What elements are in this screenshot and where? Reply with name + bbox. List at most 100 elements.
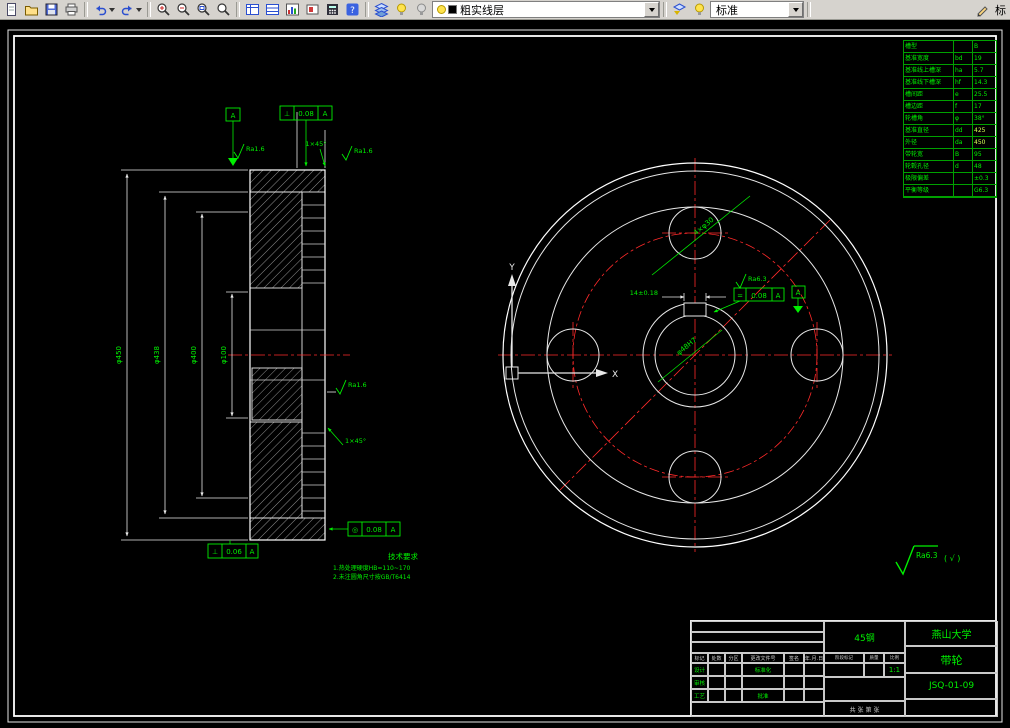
svg-text:A: A — [231, 112, 236, 120]
svg-text:1×45°: 1×45° — [305, 140, 326, 148]
layout-chart-icon[interactable] — [283, 1, 302, 18]
svg-text:Ra6.3: Ra6.3 — [748, 275, 767, 283]
svg-text:φ400: φ400 — [190, 346, 198, 364]
open-icon[interactable] — [22, 1, 41, 18]
layer-states-bulb-icon[interactable] — [690, 1, 709, 18]
layer-combo-value: 粗实线层 — [460, 3, 504, 17]
redo-dropdown-icon[interactable] — [136, 7, 142, 12]
new-icon[interactable] — [2, 1, 21, 18]
svg-text:⊥: ⊥ — [284, 110, 290, 118]
layer-off-bulb-icon[interactable] — [412, 1, 431, 18]
sheet-info: 共 张 第 张 — [824, 701, 905, 717]
svg-text:( √ ): ( √ ) — [944, 554, 960, 563]
svg-text:0.08: 0.08 — [366, 526, 382, 534]
svg-text:Ra1.6: Ra1.6 — [246, 145, 265, 153]
pen-style-icon[interactable] — [973, 1, 992, 18]
table-row: 基准线下槽深 hf 14.3 — [904, 77, 996, 89]
svg-text:◎: ◎ — [352, 526, 358, 534]
tech-req-line: 1.热处理硬度HB=110~170 — [333, 565, 411, 572]
tech-req-title: 技术要求 — [388, 552, 418, 561]
svg-text:0.06: 0.06 — [226, 548, 242, 556]
drawing-frame — [7, 29, 1003, 723]
table-row: 平衡等级 G6.3 — [904, 185, 996, 197]
print-icon[interactable] — [62, 1, 81, 18]
section-dim-labels: φ450 φ438 φ400 φ100 — [115, 346, 228, 364]
roughness-check-icon — [335, 379, 347, 395]
svg-text:0.08: 0.08 — [298, 110, 314, 118]
svg-text:⊥: ⊥ — [212, 548, 218, 556]
tolerance-frame-bottom-right: ◎ 0.08 A — [328, 521, 401, 537]
technical-requirements: 技术要求 1.热处理硬度HB=110~170 2.未注圆角尺寸按GB/T6414 — [333, 551, 473, 582]
style-combo[interactable]: 标准 — [710, 1, 804, 18]
table-row: 基准线上槽深 ha 5.7 — [904, 65, 996, 77]
layer-on-bulb-icon[interactable] — [392, 1, 411, 18]
svg-text:Ra6.3: Ra6.3 — [916, 551, 938, 560]
svg-text:1×45°: 1×45° — [345, 437, 366, 445]
table-row: 基准直径 dd 425 — [904, 125, 996, 137]
save-icon[interactable] — [42, 1, 61, 18]
tech-req-line: 2.未注圆角尺寸按GB/T6414 — [333, 574, 411, 581]
layer-previous-icon[interactable] — [670, 1, 689, 18]
svg-text:?: ? — [350, 6, 355, 16]
redo-icon[interactable] — [118, 1, 144, 18]
tolerance-frame-bottom-left: ⊥ 0.06 A — [207, 540, 259, 559]
toolbar-separator — [236, 2, 240, 17]
organization-field: 燕山大学 — [905, 621, 998, 646]
section-view — [228, 169, 350, 541]
table-row: 槽型 B — [904, 41, 996, 53]
undo-dropdown-icon[interactable] — [109, 7, 115, 12]
parameter-table: 槽型 B 基准宽度 bd 19 基准线上槽深 ha 5.7 基准线下槽深 hf 14.3 槽间… — [903, 40, 997, 198]
svg-text:A: A — [796, 289, 801, 297]
ole-object-icon[interactable] — [303, 1, 322, 18]
svg-text:Ra1.6: Ra1.6 — [354, 147, 373, 155]
layer-color-swatch — [448, 5, 457, 14]
part-name-field: 带轮 — [905, 646, 998, 673]
undo-icon[interactable] — [91, 1, 117, 18]
svg-text:Y: Y — [508, 263, 515, 273]
table-row: 极限偏差 ±0.3 — [904, 173, 996, 185]
table-row: 槽边距 f 17 — [904, 101, 996, 113]
style-combo-value: 标准 — [716, 3, 738, 17]
roughness-check-icon — [233, 143, 245, 159]
svg-text:A: A — [323, 110, 328, 118]
named-views-icon[interactable] — [243, 1, 262, 18]
toolbar-separator — [84, 2, 88, 17]
zoom-window-icon[interactable] — [194, 1, 213, 18]
layer-combo-dropdown-icon[interactable] — [644, 2, 659, 17]
calculator-icon[interactable] — [323, 1, 342, 18]
table-row: 外径 da 450 — [904, 137, 996, 149]
surface-finish-note: Ra6.3 ( √ ) — [895, 545, 960, 576]
svg-text:φ450: φ450 — [115, 346, 123, 364]
zoom-extents-icon[interactable] — [214, 1, 233, 18]
material-field: 45钢 — [824, 621, 905, 653]
zoom-in-icon[interactable] — [154, 1, 173, 18]
table-row: 带轮宽 B 95 — [904, 149, 996, 161]
help-icon[interactable]: ? — [343, 1, 362, 18]
svg-text:φ100: φ100 — [220, 346, 228, 364]
layer-combo[interactable]: 粗实线层 — [432, 1, 660, 18]
ucs-icon: Y X — [505, 263, 618, 380]
table-row: 轮毂孔径 d 48 — [904, 161, 996, 173]
tolerance-frame-top: ⊥ 0.08 A — [279, 105, 333, 167]
table-row: 基准宽度 bd 19 — [904, 53, 996, 65]
drawing-canvas[interactable]: φ450 φ438 φ400 φ100 ⊥ 0.08 A A Ra1.6 1×4… — [0, 20, 1010, 728]
table-row: 槽间距 e 25.5 — [904, 89, 996, 101]
toolbar-separator — [147, 2, 151, 17]
sheet-set-icon[interactable] — [263, 1, 282, 18]
zoom-out-icon[interactable] — [174, 1, 193, 18]
svg-text:A: A — [776, 292, 781, 300]
layer-state-bulb-icon — [437, 5, 446, 14]
toolbar-separator — [663, 2, 667, 17]
main-toolbar: ? 粗实线层 标准 标 — [0, 0, 1010, 20]
style-combo-dropdown-icon[interactable] — [788, 2, 803, 17]
layers-icon[interactable] — [372, 1, 391, 18]
keyway — [683, 302, 707, 317]
toolbar-separator — [807, 2, 811, 17]
roughness-check-icon — [735, 273, 747, 289]
roughness-check-icon — [341, 145, 353, 161]
table-row: 轮槽角 φ 38° — [904, 113, 996, 125]
svg-text:A: A — [391, 526, 396, 534]
svg-text:φ438: φ438 — [153, 346, 161, 364]
toolbar-separator — [365, 2, 369, 17]
front-centerlines — [498, 158, 892, 552]
